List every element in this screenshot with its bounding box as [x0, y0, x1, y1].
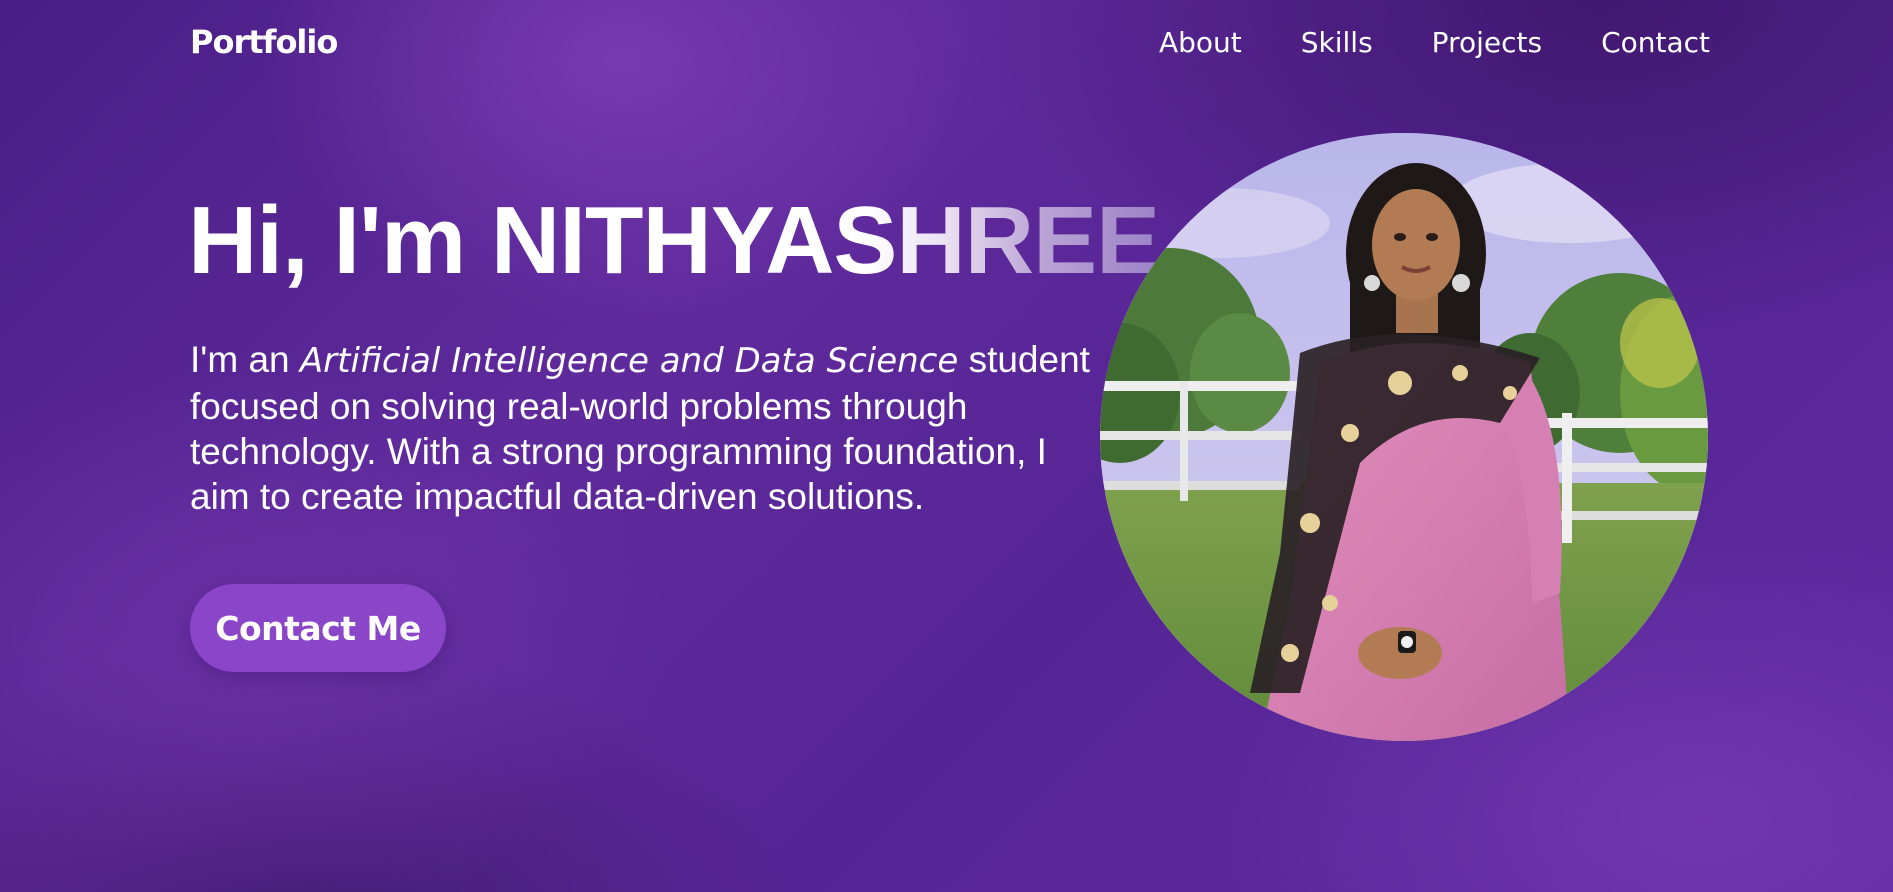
- site-logo[interactable]: Portfolio: [190, 23, 338, 61]
- hero-description: I'm an Artificial Intelligence and Data …: [190, 337, 1090, 519]
- top-navbar: Portfolio About Skills Projects Contact: [190, 18, 1710, 66]
- nav-link-skills[interactable]: Skills: [1301, 26, 1373, 59]
- hero-description-field: Artificial Intelligence and Data Science: [299, 341, 959, 381]
- profile-photo: [1100, 133, 1708, 741]
- hero-description-intro: I'm an: [190, 339, 300, 380]
- contact-me-button[interactable]: Contact Me: [190, 584, 446, 672]
- hero-title: Hi, I'm NITHYASHREE: [188, 187, 1160, 294]
- nav-link-contact[interactable]: Contact: [1601, 26, 1710, 59]
- nav-link-projects[interactable]: Projects: [1432, 26, 1542, 59]
- nav-links: About Skills Projects Contact: [1159, 26, 1710, 59]
- nav-link-about[interactable]: About: [1159, 26, 1242, 59]
- profile-photo-illustration: [1100, 133, 1708, 741]
